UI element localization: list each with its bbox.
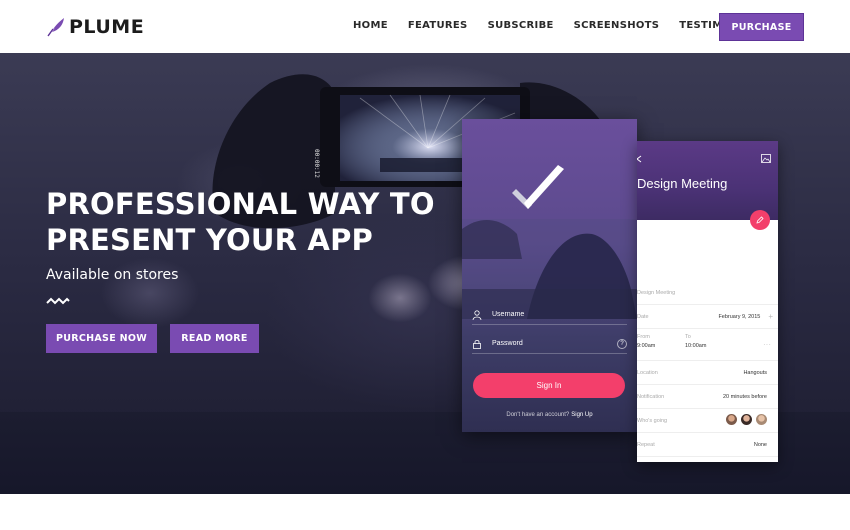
event-name-value: Design Meeting xyxy=(637,289,676,296)
notification-label: Notification xyxy=(637,393,665,400)
event-header: Design Meeting xyxy=(637,141,778,220)
whos-going-label: Who's going xyxy=(637,417,668,424)
to-label: To xyxy=(685,334,691,340)
repeat-label: Repeat xyxy=(637,441,655,448)
brand-name: PLUME xyxy=(69,16,145,38)
back-arrow-icon[interactable] xyxy=(637,155,643,163)
navbar: PLUME HOME FEATURES SUBSCRIBE SCREENSHOT… xyxy=(0,0,850,53)
avatar[interactable] xyxy=(756,413,767,425)
pencil-icon xyxy=(756,216,764,224)
lock-icon xyxy=(473,339,481,349)
date-row[interactable]: Date February 9, 2015 + xyxy=(637,305,778,329)
camera-timer: 00:00:12 xyxy=(313,149,320,178)
avatar[interactable] xyxy=(741,413,752,425)
password-field[interactable]: Password ? xyxy=(472,334,627,354)
signup-text: Don't have an account? xyxy=(506,412,570,418)
plus-icon[interactable]: + xyxy=(768,312,773,321)
hero-title: PROFESSIONAL WAY TO PRESENT YOUR APP xyxy=(46,186,446,258)
location-value: Hangouts xyxy=(743,369,767,376)
event-title: Design Meeting xyxy=(637,176,728,191)
attendee-avatars xyxy=(722,412,767,430)
location-row[interactable]: Location Hangouts xyxy=(637,361,778,385)
location-label: Location xyxy=(637,369,658,376)
username-field[interactable]: Username xyxy=(472,305,627,325)
repeat-row[interactable]: Repeat None xyxy=(637,433,778,457)
edit-fab-button[interactable] xyxy=(750,210,770,230)
help-icon[interactable]: ? xyxy=(617,338,627,349)
sign-up-link[interactable]: Sign Up xyxy=(571,412,592,418)
avatar[interactable] xyxy=(726,413,737,425)
date-label: Date xyxy=(637,313,649,320)
hero-title-line1: PROFESSIONAL WAY TO xyxy=(46,187,435,221)
from-label: From xyxy=(637,334,650,340)
username-placeholder: Username xyxy=(492,311,525,318)
signup-prompt: Don't have an account? Sign Up xyxy=(462,412,637,418)
nav-screenshots[interactable]: SCREENSHOTS xyxy=(574,20,660,31)
password-placeholder: Password xyxy=(492,340,523,347)
to-column: To 10:00am xyxy=(685,334,706,349)
nav-home[interactable]: HOME xyxy=(353,20,388,31)
event-name-row[interactable]: Design Meeting xyxy=(637,281,778,305)
brand-logo[interactable]: PLUME xyxy=(46,16,144,38)
nav-subscribe[interactable]: SUBSCRIBE xyxy=(488,20,554,31)
purchase-button[interactable]: PURCHASE xyxy=(719,13,804,41)
feather-icon xyxy=(47,18,64,37)
purchase-now-button[interactable]: PURCHASE NOW xyxy=(46,324,157,353)
more-icon[interactable]: ··· xyxy=(763,340,771,349)
nav-features[interactable]: FEATURES xyxy=(408,20,468,31)
event-screen-mockup: Design Meeting Design Meeting Date Febru… xyxy=(637,141,778,462)
sign-in-button[interactable]: Sign In xyxy=(473,373,625,398)
hero-title-line2: PRESENT YOUR APP xyxy=(46,223,373,257)
notification-row[interactable]: Notification 20 minutes before xyxy=(637,385,778,409)
date-value: February 9, 2015 xyxy=(718,313,761,320)
from-value: 9:00am xyxy=(637,343,656,349)
hero-section: 00:00:12 PROFESSIONAL WAY TO PRESENT YOU… xyxy=(0,53,850,494)
to-value: 10:00am xyxy=(685,343,707,349)
hero-subtitle: Available on stores xyxy=(46,267,179,283)
time-row[interactable]: From 9:00am To 10:00am ··· xyxy=(637,329,778,361)
notification-value: 20 minutes before xyxy=(722,393,767,400)
from-column: From 9:00am xyxy=(637,334,685,349)
repeat-value: None xyxy=(753,441,767,448)
wave-divider-icon xyxy=(46,297,70,305)
login-screen-mockup: Username Password ? Sign In Don't have a… xyxy=(462,119,637,432)
user-icon xyxy=(472,309,482,320)
checkmark-logo-icon xyxy=(512,165,564,209)
image-icon[interactable] xyxy=(761,154,771,163)
read-more-button[interactable]: READ MORE xyxy=(170,324,259,353)
whos-going-row[interactable]: Who's going xyxy=(637,409,778,433)
